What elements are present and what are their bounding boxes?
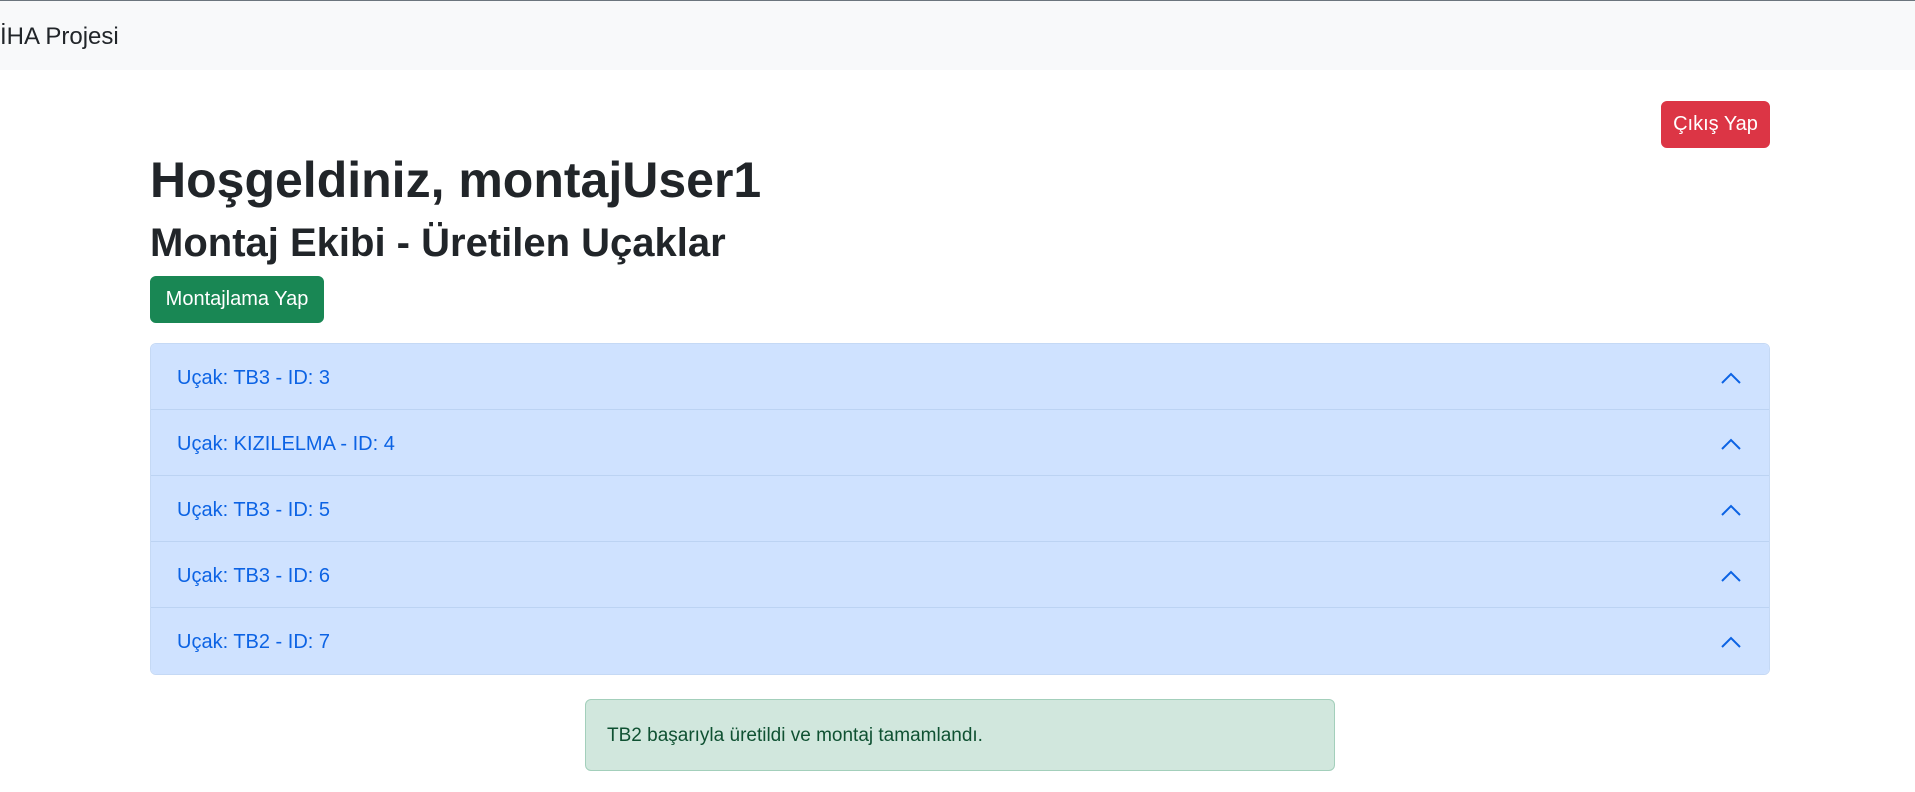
chevron-up-icon	[1721, 438, 1741, 450]
aircraft-label: Uçak: TB3 - ID: 5	[177, 499, 331, 521]
aircraft-label: Uçak: TB2 - ID: 7	[177, 631, 331, 653]
aircraft-accordion-item[interactable]: Uçak: TB2 - ID: 7	[151, 608, 1769, 674]
welcome-heading: Hoşgeldiniz, montajUser1	[150, 152, 762, 208]
navbar: İHA Projesi	[0, 0, 1915, 70]
aircraft-accordion: Uçak: TB3 - ID: 3 Uçak: KIZILELMA - ID: …	[150, 343, 1770, 675]
chevron-up-icon	[1721, 570, 1741, 582]
success-alert: TB2 başarıyla üretildi ve montaj tamamla…	[585, 699, 1335, 771]
assemble-button[interactable]: Montajlama Yap	[150, 276, 324, 323]
aircraft-label: Uçak: TB3 - ID: 6	[177, 565, 331, 587]
logout-button[interactable]: Çıkış Yap	[1661, 101, 1770, 148]
aircraft-accordion-item[interactable]: Uçak: TB3 - ID: 6	[151, 542, 1769, 608]
aircraft-accordion-item[interactable]: Uçak: KIZILELMA - ID: 4	[151, 410, 1769, 476]
chevron-up-icon	[1721, 636, 1741, 648]
aircraft-label: Uçak: KIZILELMA - ID: 4	[177, 433, 395, 455]
page-subtitle: Montaj Ekibi - Üretilen Uçaklar	[150, 221, 726, 265]
chevron-up-icon	[1721, 372, 1741, 384]
alert-message: TB2 başarıyla üretildi ve montaj tamamla…	[607, 725, 983, 746]
chevron-up-icon	[1721, 504, 1741, 516]
aircraft-label: Uçak: TB3 - ID: 3	[177, 367, 331, 389]
navbar-brand[interactable]: İHA Projesi	[0, 23, 119, 51]
aircraft-accordion-item[interactable]: Uçak: TB3 - ID: 3	[151, 344, 1769, 410]
aircraft-accordion-item[interactable]: Uçak: TB3 - ID: 5	[151, 476, 1769, 542]
